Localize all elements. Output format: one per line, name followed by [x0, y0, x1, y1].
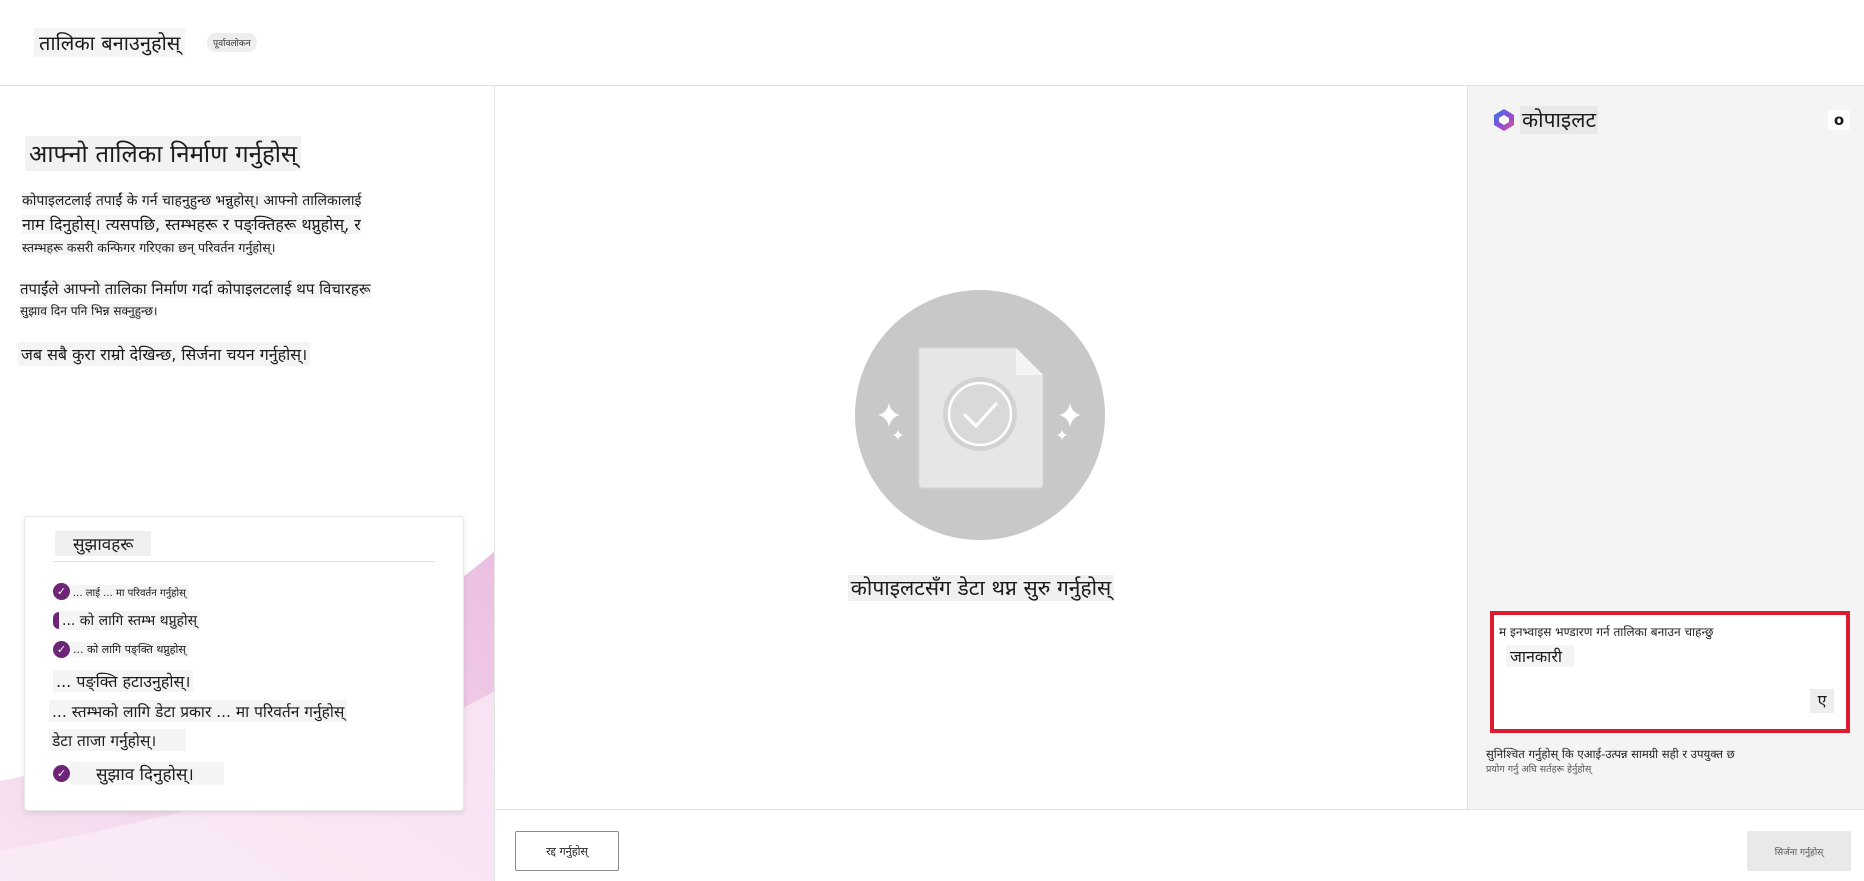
copilot-prompt-box[interactable]: म इनभ्वाइस भण्डारण गर्न तालिका बनाउन चाह… [1490, 611, 1850, 733]
suggestion-item[interactable]: ... को लागि स्तम्भ थप्नुहोस् [53, 611, 201, 630]
suggestion-item[interactable]: ... पङ्क्ति हटाउनुहोस्। [53, 670, 194, 692]
check-circle-icon: ✓ [53, 765, 70, 782]
empty-state-caption: कोपाइलटसँग डेटा थप्न सुरु गर्नुहोस् [495, 574, 1467, 602]
suggestions-card: सुझावहरू ✓ ... लाई ... मा परिवर्तन गर्नु… [24, 516, 464, 811]
suggestions-heading: सुझावहरू [55, 531, 152, 556]
copilot-title: कोपाइलट [1520, 106, 1599, 134]
cancel-button[interactable]: रद्द गर्नुहोस् [515, 831, 619, 871]
instructions-panel: आफ्नो तालिका निर्माण गर्नुहोस् कोपाइलटला… [0, 86, 495, 881]
send-button[interactable]: ए [1810, 689, 1834, 713]
divider [53, 561, 435, 562]
check-circle-icon: ✓ [53, 583, 70, 600]
top-header: तालिका बनाउनुहोस् पूर्वावलोकन [0, 0, 1864, 86]
panel-title: आफ्नो तालिका निर्माण गर्नुहोस् [25, 136, 302, 171]
create-button[interactable]: सिर्जना गर्नुहोस् [1747, 831, 1851, 871]
ai-disclaimer: सुनिश्चित गर्नुहोस् कि एआई-उत्पन्न सामग्… [1486, 747, 1735, 775]
copilot-panel: कोपाइलट o म इनभ्वाइस भण्डारण गर्न तालिका… [1467, 86, 1864, 809]
footer-bar: रद्द गर्नुहोस् सिर्जना गर्नुहोस् [495, 809, 1864, 881]
panel-description: कोपाइलटलाई तपाईं के गर्न चाहनुहुन्छ भन्न… [22, 193, 362, 255]
panel-note: तपाईंले आफ्नो तालिका निर्माण गर्दा कोपाइ… [20, 280, 371, 318]
table-canvas: कोपाइलटसँग डेटा थप्न सुरु गर्नुहोस् [495, 86, 1467, 809]
suggestion-item[interactable]: ✓ ... लाई ... मा परिवर्तन गर्नुहोस् [53, 583, 189, 600]
preview-badge: पूर्वावलोकन [207, 33, 257, 52]
document-check-illustration [855, 290, 1105, 540]
suggestion-item[interactable]: ✓ सुझाव दिनुहोस्। [53, 762, 224, 785]
copilot-logo-icon [1494, 109, 1514, 131]
page-title: तालिका बनाउनुहोस् [34, 28, 186, 57]
suggestion-item[interactable]: ... स्तम्भको लागि डेटा प्रकार ... मा परि… [49, 700, 348, 722]
prompt-chip[interactable]: जानकारी [1506, 645, 1575, 667]
check-circle-icon: ✓ [53, 641, 70, 658]
more-options-button[interactable]: o [1828, 110, 1850, 130]
prompt-input[interactable]: म इनभ्वाइस भण्डारण गर्न तालिका बनाउन चाह… [1499, 623, 1839, 640]
suggestion-item[interactable]: ✓ ... को लागि पङ्क्ति थप्नुहोस् [53, 641, 189, 658]
suggestion-item[interactable]: डेटा ताजा गर्नुहोस्। [49, 729, 187, 751]
panel-final-instruction: जब सबै कुरा राम्रो देखिन्छ, सिर्जना चयन … [18, 342, 311, 366]
